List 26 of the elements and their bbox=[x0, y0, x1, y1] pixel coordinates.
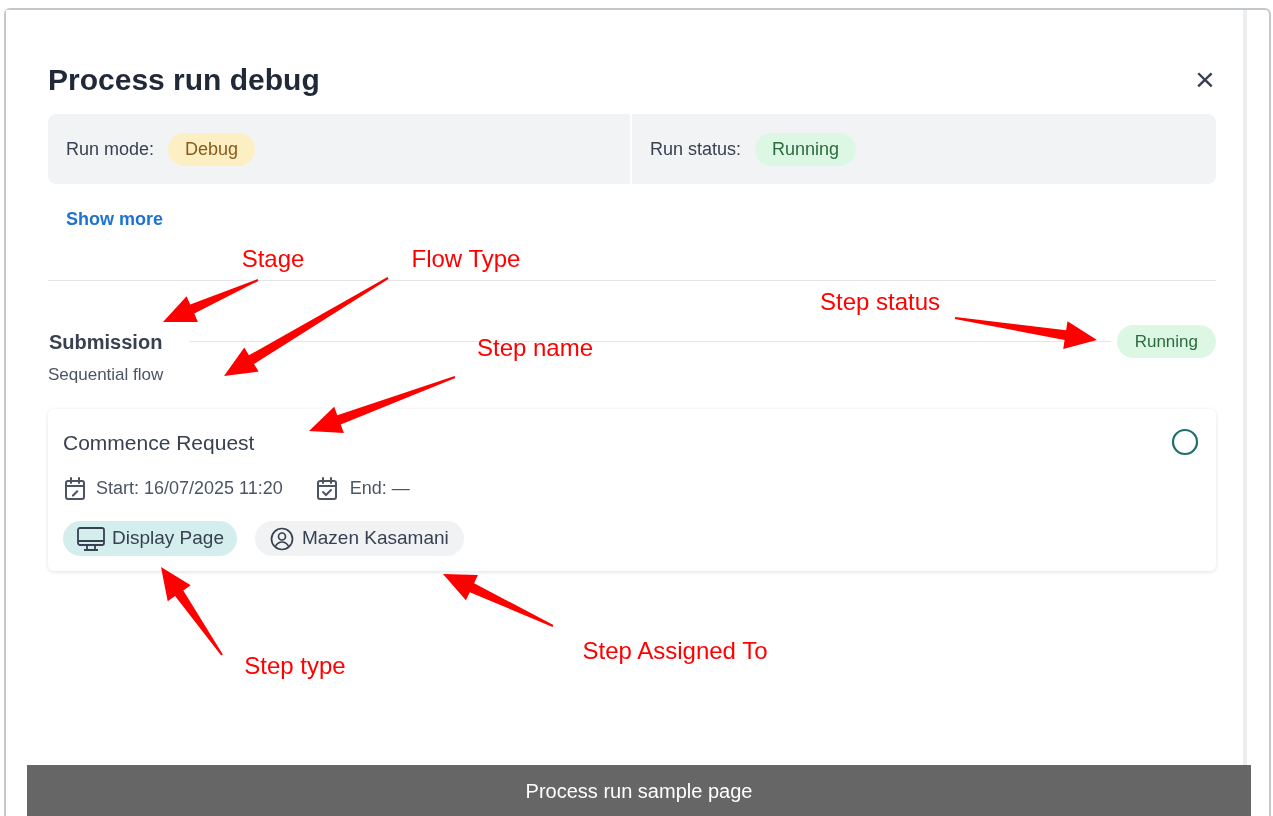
field-label: Run status: bbox=[650, 137, 742, 161]
close-button[interactable]: × bbox=[1190, 64, 1220, 94]
annotation-label: Flow Type bbox=[411, 247, 521, 271]
calendar-edit-icon bbox=[63, 475, 87, 502]
monitor-icon bbox=[76, 525, 106, 552]
annotation-label: Step name bbox=[476, 336, 594, 360]
caption: Process run sample page bbox=[525, 778, 753, 804]
end-time: End: — bbox=[349, 477, 410, 500]
status-chip: Debug bbox=[168, 132, 256, 166]
show-more-link[interactable]: Show more bbox=[66, 209, 163, 229]
annotation-label: Step Assigned To bbox=[582, 639, 768, 663]
assignee-chip: Mazen Kasamani bbox=[254, 521, 464, 556]
user-icon bbox=[269, 526, 294, 551]
annotation-label: Step status bbox=[819, 290, 941, 314]
flow-type: Sequential flow bbox=[48, 364, 165, 386]
stage-name: Submission bbox=[48, 329, 163, 355]
calendar-check-icon bbox=[314, 475, 339, 502]
status-chip: Running bbox=[755, 132, 857, 166]
step-name: Commence Request bbox=[63, 429, 255, 456]
annotation-label: Step type bbox=[244, 654, 346, 678]
annotation-label: Stage bbox=[241, 247, 305, 271]
start-time: Start: 16/07/2025 11:20 bbox=[96, 477, 283, 500]
status-chip: Running bbox=[1116, 325, 1216, 358]
dialog-title: Process run debug bbox=[48, 61, 320, 98]
field-label: Run mode: bbox=[66, 137, 155, 161]
step-type-chip: Display Page bbox=[63, 521, 237, 556]
